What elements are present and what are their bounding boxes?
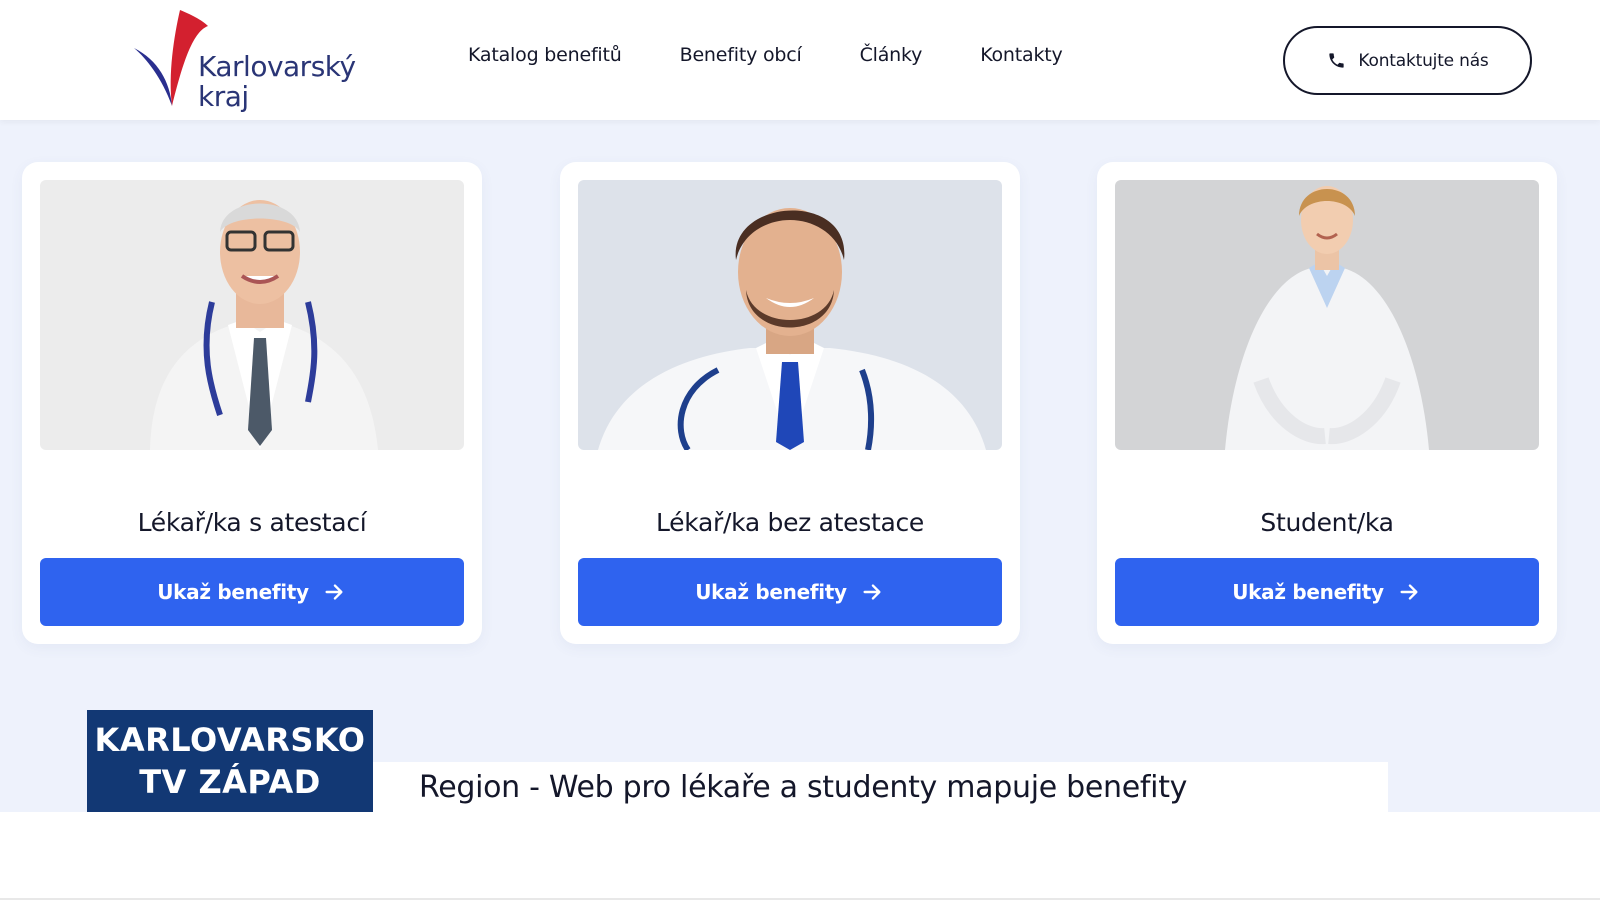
benefits-section: Lékař/ka s atestací Ukaž benefity Lékař/… xyxy=(0,120,1600,812)
card-student: Student/ka Ukaž benefity xyxy=(1097,162,1557,644)
arrow-right-icon xyxy=(1398,580,1422,604)
tv-caption-text: Region - Web pro lékaře a studenty mapuj… xyxy=(419,770,1188,805)
nav-kontakty[interactable]: Kontakty xyxy=(980,44,1063,66)
show-benefits-label: Ukaž benefity xyxy=(695,580,847,604)
show-benefits-button[interactable]: Ukaž benefity xyxy=(1115,558,1539,626)
student-photo xyxy=(1115,180,1539,450)
card-title: Lékař/ka bez atestace xyxy=(655,508,925,537)
tv-logo-line2: TV ZÁPAD xyxy=(139,763,321,801)
phone-icon xyxy=(1326,51,1346,71)
karlovarsky-kraj-logo[interactable]: Karlovarský kraj xyxy=(132,6,392,116)
nav-benefity-obci[interactable]: Benefity obcí xyxy=(680,44,802,66)
card-title: Lékař/ka s atestací xyxy=(137,508,367,537)
card-doctor-with-attestation: Lékař/ka s atestací Ukaž benefity xyxy=(22,162,482,644)
tv-channel-logo: KARLOVARSKO TV ZÁPAD xyxy=(87,710,373,812)
arrow-right-icon xyxy=(861,580,885,604)
logo-line2: kraj xyxy=(198,80,249,113)
arrow-right-icon xyxy=(323,580,347,604)
site-header: Karlovarský kraj Katalog benefitů Benefi… xyxy=(0,0,1600,120)
show-benefits-label: Ukaž benefity xyxy=(1232,580,1384,604)
tv-bottom-band xyxy=(0,812,1600,900)
show-benefits-label: Ukaž benefity xyxy=(157,580,309,604)
logo-text: Karlovarský kraj xyxy=(198,52,356,112)
nav-katalog-benefitu[interactable]: Katalog benefitů xyxy=(468,44,622,66)
tv-logo-line1: KARLOVARSKO xyxy=(94,721,366,759)
nav-clanky[interactable]: Články xyxy=(860,44,923,66)
contact-us-label: Kontaktujte nás xyxy=(1358,50,1489,71)
show-benefits-button[interactable]: Ukaž benefity xyxy=(578,558,1002,626)
card-doctor-without-attestation: Lékař/ka bez atestace Ukaž benefity xyxy=(560,162,1020,644)
contact-us-button[interactable]: Kontaktujte nás xyxy=(1283,26,1532,95)
logo-line1: Karlovarský xyxy=(198,50,356,83)
show-benefits-button[interactable]: Ukaž benefity xyxy=(40,558,464,626)
senior-doctor-photo xyxy=(40,180,464,450)
tv-caption-bar: Region - Web pro lékaře a studenty mapuj… xyxy=(373,762,1388,812)
card-title: Student/ka xyxy=(1260,508,1394,537)
main-nav: Katalog benefitů Benefity obcí Články Ko… xyxy=(468,44,1063,66)
young-doctor-photo xyxy=(578,180,1002,450)
